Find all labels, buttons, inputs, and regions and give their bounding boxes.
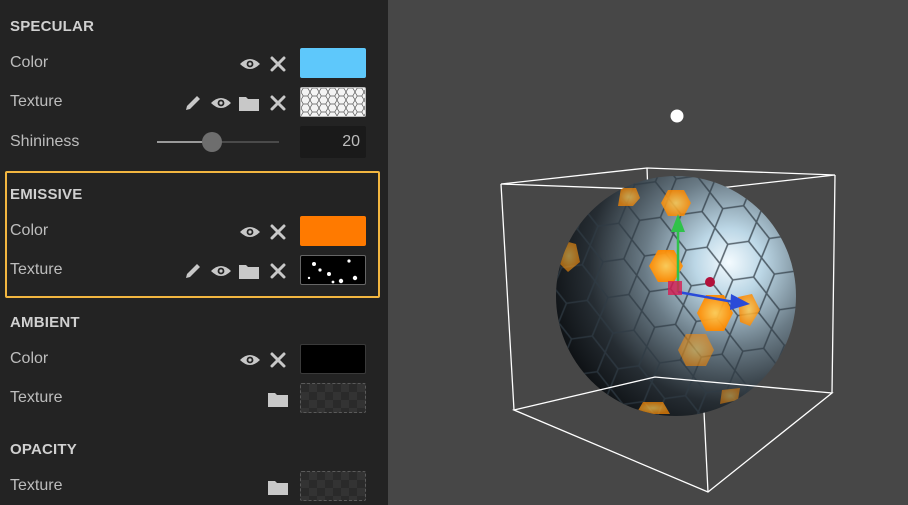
shininess-label: Shininess [10, 133, 80, 150]
ambient-texture-empty-slot[interactable] [300, 383, 366, 413]
eye-icon[interactable] [210, 260, 232, 282]
ambient-color-swatch[interactable] [300, 344, 366, 374]
emissive-color-label: Color [10, 222, 49, 239]
close-icon[interactable] [267, 349, 289, 371]
folder-icon[interactable] [238, 92, 260, 114]
shininess-input[interactable]: 20 [300, 126, 366, 158]
specular-texture-label: Texture [10, 93, 63, 110]
specular-texture-thumbnail[interactable] [300, 87, 366, 117]
section-title-ambient: AMBIENT [10, 314, 80, 331]
ambient-texture-label: Texture [10, 389, 63, 406]
section-title-opacity: OPACITY [10, 441, 77, 458]
light-source-icon[interactable] [670, 109, 684, 123]
close-icon[interactable] [267, 260, 289, 282]
eye-icon[interactable] [239, 53, 261, 75]
folder-icon[interactable] [238, 260, 260, 282]
opacity-texture-empty-slot[interactable] [300, 471, 366, 501]
pencil-icon[interactable] [182, 92, 204, 114]
emissive-texture-label: Texture [10, 261, 63, 278]
specular-color-swatch[interactable] [300, 48, 366, 78]
section-title-specular: SPECULAR [10, 18, 95, 35]
material-properties-panel: SPECULAR Color Texture Shininess 20 EMIS… [0, 0, 388, 505]
specular-color-label: Color [10, 54, 49, 71]
eye-icon[interactable] [239, 349, 261, 371]
opacity-texture-label: Texture [10, 477, 63, 494]
close-icon[interactable] [267, 53, 289, 75]
folder-icon[interactable] [267, 388, 289, 410]
close-icon[interactable] [267, 92, 289, 114]
emissive-texture-thumbnail[interactable] [300, 255, 366, 285]
3d-viewport[interactable] [388, 0, 908, 505]
emissive-color-swatch[interactable] [300, 216, 366, 246]
pencil-icon[interactable] [182, 260, 204, 282]
close-icon[interactable] [267, 221, 289, 243]
ambient-color-label: Color [10, 350, 49, 367]
folder-icon[interactable] [267, 476, 289, 498]
eye-icon[interactable] [239, 221, 261, 243]
shininess-slider-thumb[interactable] [201, 132, 222, 152]
eye-icon[interactable] [210, 92, 232, 114]
3d-scene[interactable] [388, 0, 908, 505]
section-title-emissive: EMISSIVE [10, 186, 83, 203]
